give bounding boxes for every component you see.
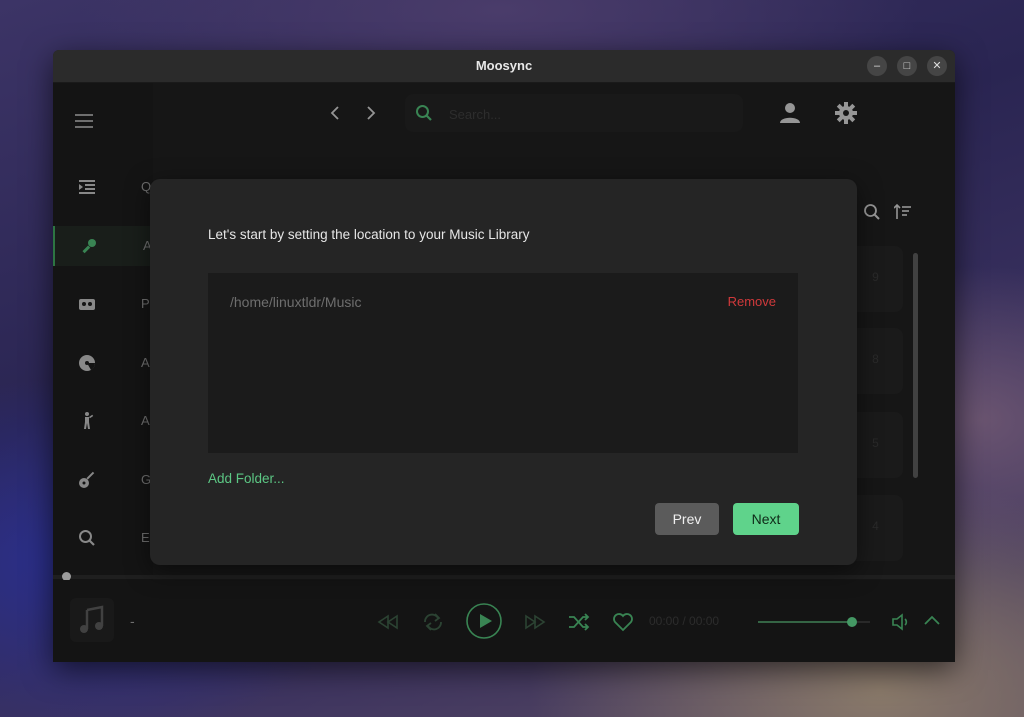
maximize-button[interactable]: □ bbox=[897, 56, 917, 76]
remove-folder-link[interactable]: Remove bbox=[728, 294, 776, 309]
title-bar[interactable]: Moosync – □ ✕ bbox=[53, 50, 955, 83]
window-title: Moosync bbox=[475, 58, 533, 73]
next-button[interactable]: Next bbox=[733, 503, 799, 535]
folder-list: /home/linuxtldr/Music Remove bbox=[208, 273, 798, 453]
app-window: Moosync – □ ✕ Q A P A A G E Search... 9 … bbox=[53, 50, 955, 662]
prev-button[interactable]: Prev bbox=[655, 503, 719, 535]
setup-prompt: Let's start by setting the location to y… bbox=[208, 227, 530, 242]
add-folder-link[interactable]: Add Folder... bbox=[208, 471, 285, 486]
setup-dialog: Let's start by setting the location to y… bbox=[150, 179, 857, 565]
close-button[interactable]: ✕ bbox=[927, 56, 947, 76]
folder-path: /home/linuxtldr/Music bbox=[230, 294, 362, 310]
minimize-button[interactable]: – bbox=[867, 56, 887, 76]
